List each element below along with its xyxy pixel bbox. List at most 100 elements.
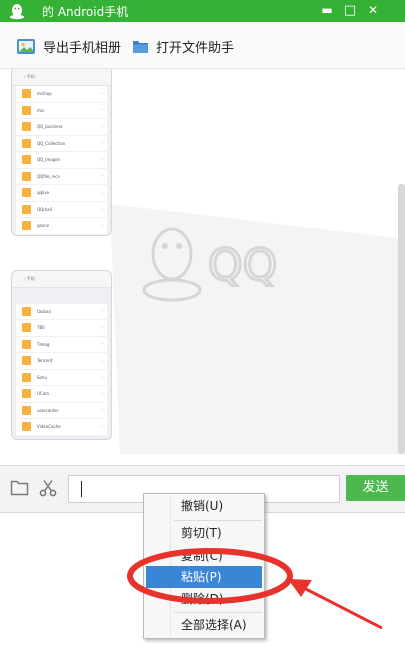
menu-item-delete[interactable]: 删除(D) xyxy=(144,588,264,610)
file-name: Tencent xyxy=(37,358,53,364)
folder-icon xyxy=(22,122,31,132)
file-name: QQfile_recv xyxy=(37,173,60,179)
folder-icon xyxy=(22,339,31,349)
toolbar: 导出手机相册 打开文件助手 xyxy=(0,22,405,69)
window-title: 的 Android手机 xyxy=(42,5,129,19)
context-menu: 撤销(U) 剪切(T) 复制(C) 粘贴(P) 删除(D) 全部选择(A) xyxy=(143,493,265,639)
menu-item-undo[interactable]: 撤销(U) xyxy=(144,495,264,517)
file-helper-label: 打开文件助手 xyxy=(156,40,235,56)
annotation-arrowhead xyxy=(288,579,312,597)
close-button[interactable]: ✕ xyxy=(364,2,382,19)
file-name: VideoCache xyxy=(37,424,61,430)
file-row: Tmlog › xyxy=(16,336,107,353)
chevron-right-icon: › xyxy=(101,140,103,147)
thumb-header: ‹ 手机 xyxy=(12,69,111,86)
folder-icon xyxy=(133,40,148,53)
maximize-button[interactable]: □ xyxy=(341,2,359,19)
folder-icon xyxy=(22,356,31,366)
folder-icon xyxy=(22,372,31,382)
file-name: qzone xyxy=(37,223,50,229)
chevron-right-icon: › xyxy=(101,107,103,114)
chevron-right-icon: › xyxy=(101,206,103,213)
title-bar[interactable]: 的 Android手机 ▬ □ ✕ xyxy=(0,0,405,22)
file-name: QQ_Collection xyxy=(37,140,66,146)
thumb-file-list: mishop › mix › QQ_business › QQ_Collection › QQ_… xyxy=(12,86,111,235)
file-row: mishop › xyxy=(16,86,107,103)
chat-history[interactable]: QQ ‹ 手机 mishop › mix › QQ_business › QQ_Collec… xyxy=(0,69,405,464)
file-row: Sohu › xyxy=(16,369,107,386)
file-name: qqlive xyxy=(37,190,50,196)
folder-icon xyxy=(22,155,31,165)
scissors-icon[interactable] xyxy=(39,479,57,497)
chat-window: 的 Android手机 ▬ □ ✕ 导出手机相册 打开文件助手 QQ ‹ 手机 … xyxy=(0,0,405,513)
folder-icon xyxy=(22,138,31,148)
chevron-right-icon: › xyxy=(101,374,103,381)
menu-separator xyxy=(174,612,262,613)
phone-screenshot-thumbnail[interactable]: ‹ 手机 mishop › mix › QQ_business › QQ_Collectio… xyxy=(11,69,112,236)
folder-icon xyxy=(22,188,31,198)
folder-icon xyxy=(22,105,31,115)
chevron-right-icon: › xyxy=(101,308,103,315)
file-name: UCam xyxy=(37,391,50,397)
menu-item-select-all[interactable]: 全部选择(A) xyxy=(144,614,264,636)
folder-icon xyxy=(22,89,31,99)
folder-icon xyxy=(22,422,31,432)
annotation-arrow-shaft xyxy=(299,584,383,630)
file-row: qqlive › xyxy=(16,185,107,202)
watermark-text: QQ xyxy=(208,240,277,291)
file-row: Tencent › xyxy=(16,353,107,370)
menu-item-paste[interactable]: 粘贴(P) xyxy=(146,566,262,588)
chevron-right-icon: › xyxy=(101,189,103,196)
file-row: taobao › xyxy=(16,303,107,320)
file-name: mix xyxy=(37,107,45,113)
file-helper-button[interactable]: 打开文件助手 xyxy=(132,36,234,56)
file-name: QQ_business xyxy=(37,124,63,130)
file-row: QQ_Images › xyxy=(16,152,107,169)
chevron-right-icon: › xyxy=(101,341,103,348)
chat-scrollbar[interactable] xyxy=(398,184,405,454)
menu-item-cut[interactable]: 剪切(T) xyxy=(144,522,264,544)
chevron-right-icon: › xyxy=(101,407,103,414)
folder-icon[interactable] xyxy=(10,479,29,496)
file-row xyxy=(16,288,107,304)
folder-icon xyxy=(22,204,31,214)
file-row: usercenter › xyxy=(16,402,107,419)
file-row: VideoCache › xyxy=(16,419,107,436)
qq-penguin-icon xyxy=(10,4,24,20)
folder-icon xyxy=(22,171,31,181)
folder-icon xyxy=(22,221,31,231)
export-album-button[interactable]: 导出手机相册 xyxy=(16,36,121,56)
chevron-right-icon: › xyxy=(101,324,103,331)
export-album-label: 导出手机相册 xyxy=(43,40,122,56)
file-name: Sohu xyxy=(37,374,48,380)
folder-icon xyxy=(22,323,31,333)
file-name: QQmail xyxy=(37,206,52,212)
folder-icon xyxy=(22,306,31,316)
file-name: mishop xyxy=(37,91,52,97)
file-row: QQ_business › xyxy=(16,119,107,136)
file-name: Tmlog xyxy=(37,341,50,347)
chevron-right-icon: › xyxy=(101,222,103,229)
menu-separator xyxy=(174,520,262,521)
file-row: QQmail › xyxy=(16,201,107,218)
send-button[interactable]: 发送 xyxy=(346,475,405,501)
file-name: TBS xyxy=(37,325,45,331)
thumb-file-list: taobao › TBS › Tmlog › Tencent › Sohu › UCam › userc… xyxy=(12,288,111,436)
photo-album-icon xyxy=(17,38,35,54)
chevron-right-icon: › xyxy=(101,390,103,397)
text-caret xyxy=(81,481,82,497)
qq-watermark-logo: QQ xyxy=(110,204,405,454)
folder-icon xyxy=(22,389,31,399)
chevron-right-icon: › xyxy=(101,357,103,364)
phone-screenshot-thumbnail[interactable]: ‹ 手机 taobao › TBS › Tmlog › Tencent › Sohu › UCam ›… xyxy=(11,270,112,440)
minimize-button[interactable]: ▬ xyxy=(318,2,336,19)
file-row: QQ_Collection › xyxy=(16,135,107,152)
chevron-right-icon: › xyxy=(101,173,103,180)
file-row: mix › xyxy=(16,102,107,119)
folder-icon xyxy=(22,405,31,415)
file-name: taobao xyxy=(37,308,51,314)
thumb-header: ‹ 手机 xyxy=(12,271,111,288)
file-row: QQfile_recv › xyxy=(16,168,107,185)
menu-item-copy[interactable]: 复制(C) xyxy=(144,545,264,567)
file-name: usercenter xyxy=(37,407,59,413)
